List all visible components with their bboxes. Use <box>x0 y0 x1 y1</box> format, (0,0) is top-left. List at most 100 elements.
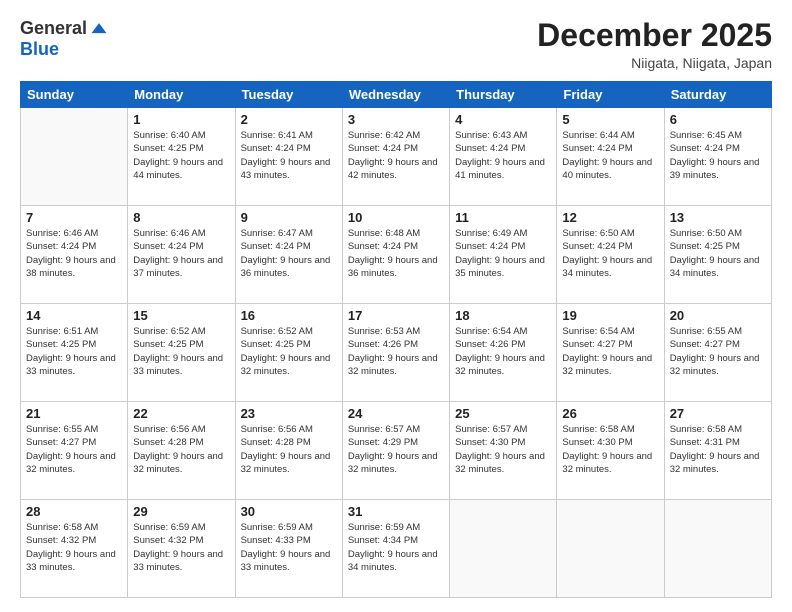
day-info: Sunrise: 6:56 AM Sunset: 4:28 PM Dayligh… <box>133 423 229 476</box>
day-number: 2 <box>241 112 337 127</box>
weekday-header-tuesday: Tuesday <box>235 82 342 108</box>
day-info: Sunrise: 6:43 AM Sunset: 4:24 PM Dayligh… <box>455 129 551 182</box>
day-number: 28 <box>26 504 122 519</box>
day-number: 6 <box>670 112 766 127</box>
day-number: 15 <box>133 308 229 323</box>
day-number: 1 <box>133 112 229 127</box>
day-info: Sunrise: 6:58 AM Sunset: 4:30 PM Dayligh… <box>562 423 658 476</box>
day-cell: 21 Sunrise: 6:55 AM Sunset: 4:27 PM Dayli… <box>21 402 128 500</box>
day-info: Sunrise: 6:57 AM Sunset: 4:30 PM Dayligh… <box>455 423 551 476</box>
day-number: 10 <box>348 210 444 225</box>
day-cell: 31 Sunrise: 6:59 AM Sunset: 4:34 PM Dayli… <box>342 500 449 598</box>
day-number: 24 <box>348 406 444 421</box>
page: General Blue December 2025 Niigata, Niig… <box>0 0 792 612</box>
day-cell: 11 Sunrise: 6:49 AM Sunset: 4:24 PM Dayli… <box>450 206 557 304</box>
title-block: December 2025 Niigata, Niigata, Japan <box>537 18 772 71</box>
day-number: 4 <box>455 112 551 127</box>
day-number: 19 <box>562 308 658 323</box>
day-number: 14 <box>26 308 122 323</box>
day-info: Sunrise: 6:54 AM Sunset: 4:27 PM Dayligh… <box>562 325 658 378</box>
day-info: Sunrise: 6:50 AM Sunset: 4:25 PM Dayligh… <box>670 227 766 280</box>
day-cell: 13Sunrise: 6:50 AM Sunset: 4:25 PM Dayli… <box>664 206 771 304</box>
day-number: 9 <box>241 210 337 225</box>
day-info: Sunrise: 6:59 AM Sunset: 4:32 PM Dayligh… <box>133 521 229 574</box>
day-number: 5 <box>562 112 658 127</box>
day-info: Sunrise: 6:46 AM Sunset: 4:24 PM Dayligh… <box>133 227 229 280</box>
day-cell: 3Sunrise: 6:42 AM Sunset: 4:24 PM Daylig… <box>342 108 449 206</box>
day-info: Sunrise: 6:53 AM Sunset: 4:26 PM Dayligh… <box>348 325 444 378</box>
day-info: Sunrise: 6:50 AM Sunset: 4:24 PM Dayligh… <box>562 227 658 280</box>
day-info: Sunrise: 6:59 AM Sunset: 4:34 PM Dayligh… <box>348 521 444 574</box>
day-cell: 9Sunrise: 6:47 AM Sunset: 4:24 PM Daylig… <box>235 206 342 304</box>
weekday-header-thursday: Thursday <box>450 82 557 108</box>
day-cell: 12 Sunrise: 6:50 AM Sunset: 4:24 PM Dayli… <box>557 206 664 304</box>
day-number: 27 <box>670 406 766 421</box>
day-info: Sunrise: 6:58 AM Sunset: 4:32 PM Dayligh… <box>26 521 122 574</box>
day-cell: 15 Sunrise: 6:52 AM Sunset: 4:25 PM Dayli… <box>128 304 235 402</box>
day-info: Sunrise: 6:48 AM Sunset: 4:24 PM Dayligh… <box>348 227 444 280</box>
weekday-header-row: SundayMondayTuesdayWednesdayThursdayFrid… <box>21 82 772 108</box>
day-info: Sunrise: 6:55 AM Sunset: 4:27 PM Dayligh… <box>26 423 122 476</box>
day-number: 31 <box>348 504 444 519</box>
day-info: Sunrise: 6:52 AM Sunset: 4:25 PM Dayligh… <box>133 325 229 378</box>
day-cell: 17 Sunrise: 6:53 AM Sunset: 4:26 PM Dayli… <box>342 304 449 402</box>
day-cell: 24 Sunrise: 6:57 AM Sunset: 4:29 PM Dayli… <box>342 402 449 500</box>
day-cell: 5 Sunrise: 6:44 AM Sunset: 4:24 PM Daylig… <box>557 108 664 206</box>
day-cell: 27 Sunrise: 6:58 AM Sunset: 4:31 PM Dayli… <box>664 402 771 500</box>
logo: General Blue <box>20 18 109 60</box>
day-number: 12 <box>562 210 658 225</box>
day-cell <box>557 500 664 598</box>
day-number: 17 <box>348 308 444 323</box>
day-cell: 28 Sunrise: 6:58 AM Sunset: 4:32 PM Dayli… <box>21 500 128 598</box>
weekday-header-saturday: Saturday <box>664 82 771 108</box>
day-number: 26 <box>562 406 658 421</box>
day-cell <box>664 500 771 598</box>
day-number: 21 <box>26 406 122 421</box>
week-row-3: 21 Sunrise: 6:55 AM Sunset: 4:27 PM Dayli… <box>21 402 772 500</box>
day-info: Sunrise: 6:46 AM Sunset: 4:24 PM Dayligh… <box>26 227 122 280</box>
day-cell: 4 Sunrise: 6:43 AM Sunset: 4:24 PM Daylig… <box>450 108 557 206</box>
header: General Blue December 2025 Niigata, Niig… <box>20 18 772 71</box>
day-info: Sunrise: 6:42 AM Sunset: 4:24 PM Dayligh… <box>348 129 444 182</box>
calendar-table: SundayMondayTuesdayWednesdayThursdayFrid… <box>20 81 772 598</box>
day-number: 22 <box>133 406 229 421</box>
day-info: Sunrise: 6:57 AM Sunset: 4:29 PM Dayligh… <box>348 423 444 476</box>
day-number: 7 <box>26 210 122 225</box>
logo-blue-text: Blue <box>20 39 59 60</box>
day-info: Sunrise: 6:59 AM Sunset: 4:33 PM Dayligh… <box>241 521 337 574</box>
weekday-header-friday: Friday <box>557 82 664 108</box>
day-cell: 7 Sunrise: 6:46 AM Sunset: 4:24 PM Daylig… <box>21 206 128 304</box>
day-cell: 18Sunrise: 6:54 AM Sunset: 4:26 PM Dayli… <box>450 304 557 402</box>
day-info: Sunrise: 6:58 AM Sunset: 4:31 PM Dayligh… <box>670 423 766 476</box>
day-cell <box>450 500 557 598</box>
day-info: Sunrise: 6:51 AM Sunset: 4:25 PM Dayligh… <box>26 325 122 378</box>
day-info: Sunrise: 6:49 AM Sunset: 4:24 PM Dayligh… <box>455 227 551 280</box>
day-cell: 23Sunrise: 6:56 AM Sunset: 4:28 PM Dayli… <box>235 402 342 500</box>
day-number: 20 <box>670 308 766 323</box>
day-number: 25 <box>455 406 551 421</box>
day-number: 29 <box>133 504 229 519</box>
day-cell: 30 Sunrise: 6:59 AM Sunset: 4:33 PM Dayli… <box>235 500 342 598</box>
calendar-title: December 2025 <box>537 18 772 53</box>
week-row-4: 28 Sunrise: 6:58 AM Sunset: 4:32 PM Dayli… <box>21 500 772 598</box>
day-number: 16 <box>241 308 337 323</box>
day-cell <box>21 108 128 206</box>
day-cell: 14 Sunrise: 6:51 AM Sunset: 4:25 PM Dayli… <box>21 304 128 402</box>
day-number: 11 <box>455 210 551 225</box>
weekday-header-monday: Monday <box>128 82 235 108</box>
day-info: Sunrise: 6:52 AM Sunset: 4:25 PM Dayligh… <box>241 325 337 378</box>
calendar-subtitle: Niigata, Niigata, Japan <box>537 55 772 71</box>
day-info: Sunrise: 6:55 AM Sunset: 4:27 PM Dayligh… <box>670 325 766 378</box>
day-number: 23 <box>241 406 337 421</box>
week-row-1: 7 Sunrise: 6:46 AM Sunset: 4:24 PM Daylig… <box>21 206 772 304</box>
day-info: Sunrise: 6:44 AM Sunset: 4:24 PM Dayligh… <box>562 129 658 182</box>
day-cell: 19 Sunrise: 6:54 AM Sunset: 4:27 PM Dayli… <box>557 304 664 402</box>
day-cell: 1Sunrise: 6:40 AM Sunset: 4:25 PM Daylig… <box>128 108 235 206</box>
day-number: 30 <box>241 504 337 519</box>
day-cell: 2Sunrise: 6:41 AM Sunset: 4:24 PM Daylig… <box>235 108 342 206</box>
day-info: Sunrise: 6:54 AM Sunset: 4:26 PM Dayligh… <box>455 325 551 378</box>
day-cell: 6Sunrise: 6:45 AM Sunset: 4:24 PM Daylig… <box>664 108 771 206</box>
day-cell: 25 Sunrise: 6:57 AM Sunset: 4:30 PM Dayli… <box>450 402 557 500</box>
day-cell: 26 Sunrise: 6:58 AM Sunset: 4:30 PM Dayli… <box>557 402 664 500</box>
day-number: 8 <box>133 210 229 225</box>
